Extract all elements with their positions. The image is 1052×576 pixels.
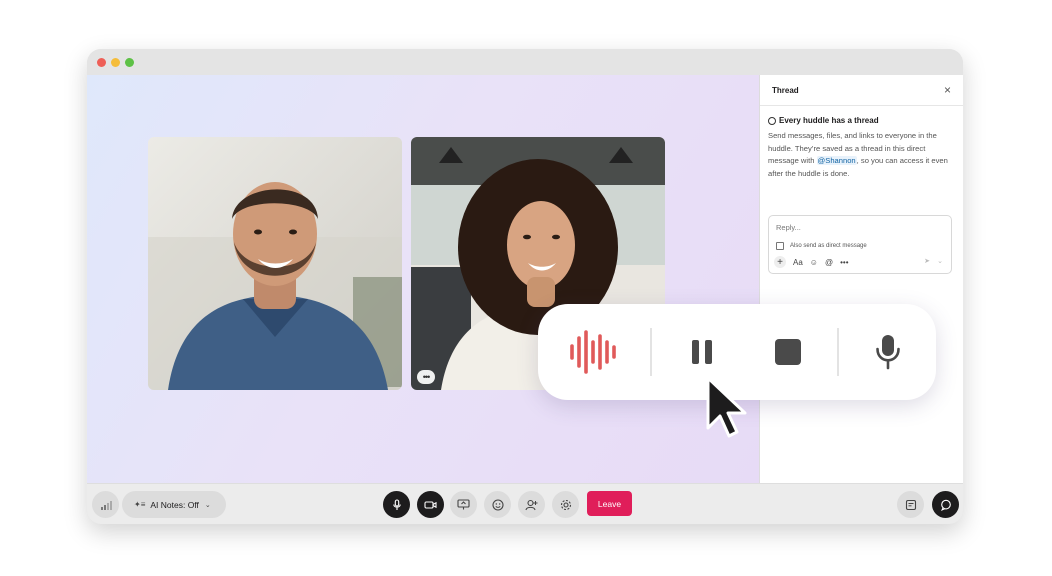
also-send-option[interactable]: Also send as direct message xyxy=(776,242,867,250)
emoji-icon xyxy=(491,498,504,511)
microphone-icon xyxy=(876,335,900,370)
minimize-window-button[interactable] xyxy=(111,58,120,67)
add-person-icon xyxy=(525,499,538,510)
thread-toggle-button[interactable] xyxy=(932,491,959,518)
chevron-down-icon: ⌄ xyxy=(204,501,211,509)
sparkle-list-icon: ✦≡ xyxy=(134,500,146,509)
connection-quality-button[interactable] xyxy=(92,491,119,518)
leave-button[interactable]: Leave xyxy=(587,491,632,516)
waveform-icon xyxy=(570,330,616,374)
gear-icon xyxy=(560,499,571,510)
reply-composer[interactable]: Reply... Also send as direct message + A… xyxy=(768,215,952,274)
info-heading: Every huddle has a thread xyxy=(768,116,955,125)
ai-notes-label: AI Notes: Off xyxy=(150,499,199,510)
reactions-button[interactable] xyxy=(484,491,511,518)
tile-more-button[interactable]: ••• xyxy=(417,370,435,384)
close-icon[interactable]: × xyxy=(944,84,951,96)
mention-link[interactable]: @Shannon xyxy=(816,156,857,165)
info-text: Send messages, files, and links to every… xyxy=(768,130,955,180)
also-send-label: Also send as direct message xyxy=(790,243,867,249)
note-icon xyxy=(905,499,916,510)
signal-bars-icon xyxy=(100,500,112,510)
popup-divider xyxy=(837,328,839,376)
reply-input[interactable]: Reply... xyxy=(776,223,801,232)
share-screen-button[interactable] xyxy=(450,491,477,518)
composer-toolbar: + Aa ☺ @ ••• xyxy=(774,256,856,268)
stop-icon xyxy=(775,339,801,365)
thread-header: Thread × xyxy=(760,75,963,106)
add-people-button[interactable] xyxy=(518,491,545,518)
video-tile-man[interactable] xyxy=(148,137,402,390)
thread-icon xyxy=(768,116,776,125)
send-icon[interactable]: ➤ xyxy=(924,257,930,265)
send-options-chevron-icon[interactable]: ⌄ xyxy=(937,257,943,265)
microphone-toggle-button[interactable] xyxy=(383,491,410,518)
huddle-stage: ••• xyxy=(87,75,759,483)
formatting-button[interactable]: Aa xyxy=(793,256,803,268)
also-send-checkbox[interactable] xyxy=(776,242,784,250)
screen-share-icon xyxy=(457,499,470,510)
huddle-notes-button[interactable] xyxy=(897,491,924,518)
popup-divider xyxy=(650,328,652,376)
audio-waveform xyxy=(563,304,623,400)
app-window: ••• Thread × Every huddle has a thread S… xyxy=(87,49,963,524)
stop-recording-button[interactable] xyxy=(764,304,812,400)
settings-button[interactable] xyxy=(552,491,579,518)
thread-panel: Thread × Every huddle has a thread Send … xyxy=(759,75,963,483)
video-camera-icon xyxy=(424,500,437,509)
mouse-pointer-icon xyxy=(706,376,747,438)
microphone-button[interactable] xyxy=(864,304,912,400)
close-window-button[interactable] xyxy=(97,58,106,67)
camera-toggle-button[interactable] xyxy=(417,491,444,518)
pause-icon xyxy=(692,340,712,364)
info-title: Every huddle has a thread xyxy=(779,116,879,125)
huddle-thread-info: Every huddle has a thread Send messages,… xyxy=(760,106,963,180)
huddle-controls-bar: ✦≡ AI Notes: Off ⌄ Leave xyxy=(87,483,963,524)
microphone-icon xyxy=(392,498,401,510)
ai-notes-toggle[interactable]: ✦≡ AI Notes: Off ⌄ xyxy=(122,491,226,518)
participant-man-image xyxy=(148,137,402,390)
title-bar xyxy=(87,49,963,75)
mention-icon[interactable]: @ xyxy=(825,256,833,268)
zoom-window-button[interactable] xyxy=(125,58,134,67)
thread-title: Thread xyxy=(772,85,799,95)
more-actions-icon[interactable]: ••• xyxy=(840,256,848,268)
chat-bubble-icon xyxy=(940,499,951,511)
emoji-icon[interactable]: ☺ xyxy=(810,256,818,268)
add-attachment-button[interactable]: + xyxy=(774,256,786,268)
